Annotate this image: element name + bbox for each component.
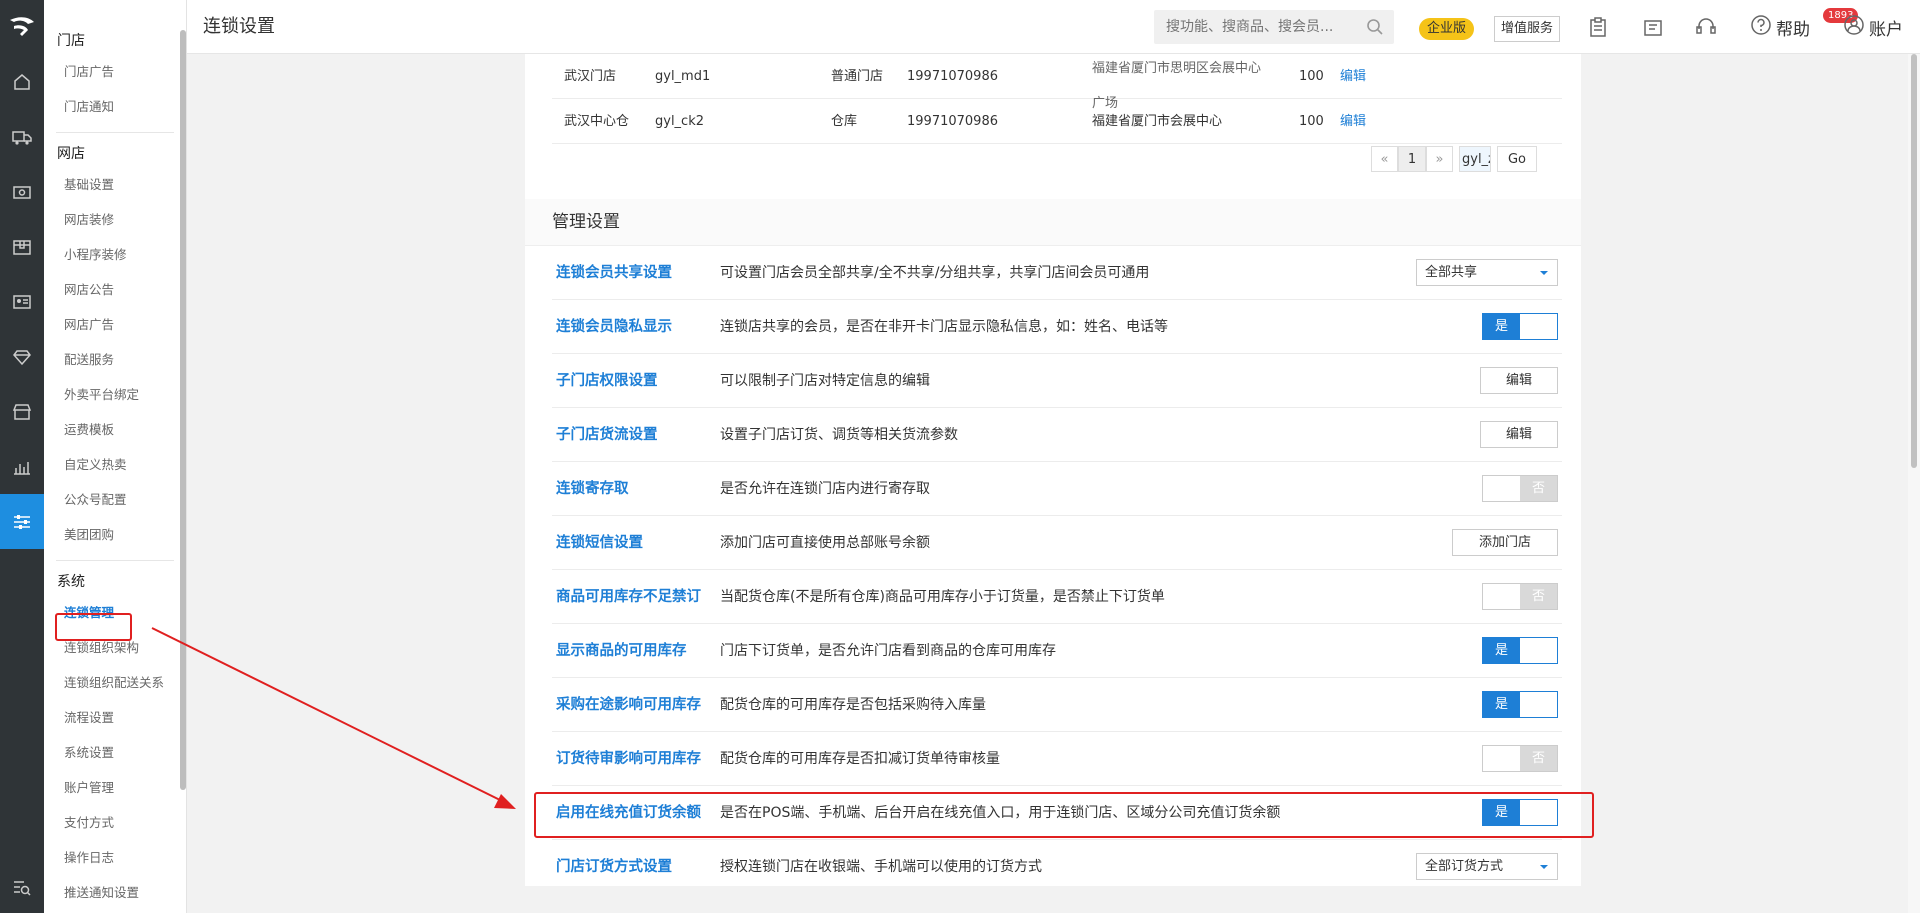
page-scrollbar[interactable] <box>1908 54 1920 913</box>
scrollbar-thumb[interactable] <box>1911 54 1917 468</box>
annotation-arrow <box>151 627 516 809</box>
